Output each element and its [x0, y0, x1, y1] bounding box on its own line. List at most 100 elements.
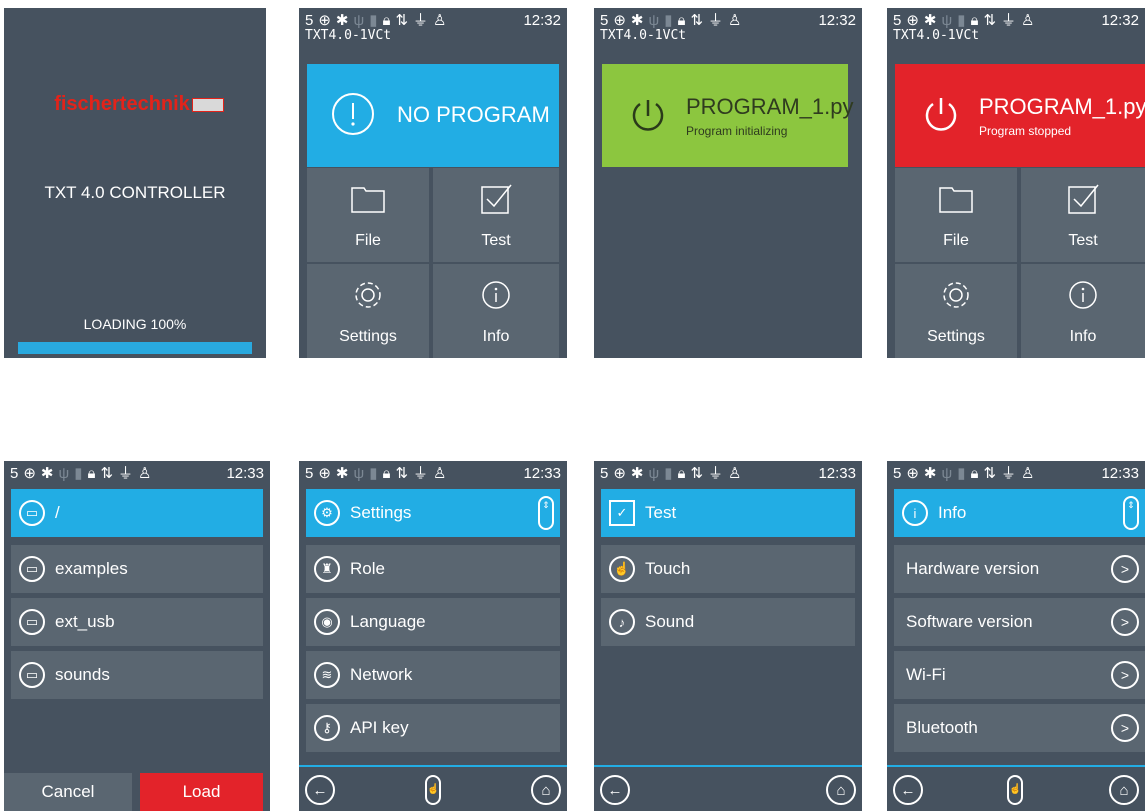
battery-icon: ▮: [957, 11, 966, 29]
test-item-sound[interactable]: ♪ Sound: [601, 598, 855, 646]
back-icon[interactable]: ←: [600, 775, 630, 805]
settings-item-network[interactable]: ≋ Network: [306, 651, 560, 699]
signal-icon: 5: [893, 464, 902, 482]
globe-icon: ⊕: [613, 464, 626, 482]
info-icon: i: [902, 500, 928, 526]
home-icon[interactable]: ⌂: [1109, 775, 1139, 805]
list-item[interactable]: ▭ ext_usb: [11, 598, 263, 646]
clock: 12:33: [226, 464, 264, 482]
program-initializing-screen: 5 ⊕ ✱ ψ ▮ 🔒︎ ⇅ ⏚ ♙ 12:32 TXT4.0-1VCt PRO…: [594, 8, 862, 358]
program-name: PROGRAM_1.py: [686, 94, 854, 119]
info-item-hardware-version[interactable]: Hardware version >: [894, 545, 1145, 593]
sync-icon: ⇅: [100, 464, 114, 482]
file-tile[interactable]: File: [307, 168, 429, 262]
key-icon: ⚷: [314, 715, 340, 741]
back-icon[interactable]: ←: [305, 775, 335, 805]
folder-icon: ▭: [19, 500, 45, 526]
folder-icon: ▭: [19, 556, 45, 582]
file-browser-screen: 5 ⊕ ✱ ψ ▮ 🔒︎ ⇅ ⏚ ♙ 12:33 ▭ / ▭ examples …: [4, 461, 270, 811]
usb-icon: ψ: [648, 11, 660, 29]
bluetooth-icon: ✱: [923, 11, 937, 29]
signal-icon: 5: [305, 464, 314, 482]
scroll-indicator-icon[interactable]: ⇕: [1123, 496, 1139, 530]
home-icon[interactable]: ⌂: [531, 775, 561, 805]
power-plug-icon: ⏚: [413, 11, 429, 29]
user-icon: ♙: [1021, 11, 1035, 29]
lock-icon: 🔒︎: [382, 11, 391, 29]
cancel-button[interactable]: Cancel: [4, 773, 132, 811]
scroll-indicator-icon[interactable]: ⇕: [538, 496, 554, 530]
user-icon: ♙: [1021, 464, 1035, 482]
list-item[interactable]: ▭ sounds: [11, 651, 263, 699]
info-screen: 5 ⊕ ✱ ψ ▮ 🔒︎ ⇅ ⏚ ♙ 12:33 i Info ⇕ Hardwa…: [887, 461, 1145, 811]
home-icon[interactable]: ⌂: [826, 775, 856, 805]
load-button[interactable]: Load: [140, 773, 263, 811]
device-name: TXT4.0-1VCt: [305, 28, 392, 43]
settings-item-api-key[interactable]: ⚷ API key: [306, 704, 560, 752]
bluetooth-icon: ✱: [923, 464, 937, 482]
battery-icon: ▮: [369, 464, 378, 482]
list-item[interactable]: ▭ examples: [11, 545, 263, 593]
signal-icon: 5: [10, 464, 19, 482]
program-banner[interactable]: PROGRAM_1.py Program stopped: [895, 64, 1145, 167]
controller-title: TXT 4.0 CONTROLLER: [44, 183, 226, 202]
touch-scroll-icon[interactable]: ☝: [1007, 775, 1023, 805]
chevron-right-icon: >: [1111, 555, 1139, 583]
user-icon: ♙: [433, 464, 447, 482]
lock-icon: 🔒︎: [677, 11, 686, 29]
footer-bar: ← ☝ ⌂: [299, 765, 567, 811]
power-plug-icon: ⏚: [1001, 11, 1017, 29]
info-tile[interactable]: Info: [1021, 264, 1145, 358]
globe-icon: ◉: [314, 609, 340, 635]
gear-icon: ⚙: [314, 500, 340, 526]
settings-tile[interactable]: Settings: [307, 264, 429, 358]
back-icon[interactable]: ←: [893, 775, 923, 805]
status-bar: 5 ⊕ ✱ ψ ▮ 🔒︎ ⇅ ⏚ ♙ 12:33: [887, 461, 1145, 485]
clock: 12:33: [1101, 464, 1139, 482]
program-status: Program stopped: [979, 124, 1072, 138]
bluetooth-icon: ✱: [335, 464, 349, 482]
device-name: TXT4.0-1VCt: [893, 28, 980, 43]
chevron-right-icon: >: [1111, 608, 1139, 636]
test-header: ✓ Test: [601, 489, 855, 537]
power-icon: [632, 100, 664, 131]
user-icon: ♙: [138, 464, 152, 482]
sync-icon: ⇅: [690, 464, 704, 482]
list-item-root[interactable]: ▭ /: [11, 489, 263, 537]
program-banner[interactable]: PROGRAM_1.py Program initializing: [602, 64, 854, 167]
bluetooth-icon: ✱: [335, 11, 349, 29]
program-banner[interactable]: NO PROGRAM: [307, 64, 559, 167]
battery-icon: ▮: [369, 11, 378, 29]
settings-screen: 5 ⊕ ✱ ψ ▮ 🔒︎ ⇅ ⏚ ♙ 12:33 ⚙ Settings ⇕ ♜ …: [299, 461, 567, 811]
usb-icon: ψ: [58, 464, 70, 482]
touch-scroll-icon[interactable]: ☝: [425, 775, 441, 805]
test-item-touch[interactable]: ☝ Touch: [601, 545, 855, 593]
settings-item-role[interactable]: ♜ Role: [306, 545, 560, 593]
test-tile[interactable]: Test: [1021, 168, 1145, 262]
settings-item-language[interactable]: ◉ Language: [306, 598, 560, 646]
battery-icon: ▮: [664, 464, 673, 482]
info-tile[interactable]: Info: [433, 264, 559, 358]
power-plug-icon: ⏚: [413, 464, 429, 482]
clock: 12:32: [818, 11, 856, 29]
test-screen: 5 ⊕ ✱ ψ ▮ 🔒︎ ⇅ ⏚ ♙ 12:33 ✓ Test ☝ Touch …: [594, 461, 862, 811]
info-item-software-version[interactable]: Software version >: [894, 598, 1145, 646]
usb-icon: ψ: [941, 11, 953, 29]
home-no-program-screen: 5 ⊕ ✱ ψ ▮ 🔒︎ ⇅ ⏚ ♙ 12:32 TXT4.0-1VCt NO …: [299, 8, 567, 358]
file-tile[interactable]: File: [895, 168, 1017, 262]
bluetooth-icon: ✱: [630, 464, 644, 482]
user-icon: ♙: [728, 464, 742, 482]
splash-screen: fischertechnik TXT 4.0 CONTROLLER LOADIN…: [4, 8, 266, 358]
checkbox-icon: [481, 184, 512, 214]
gear-icon: [355, 282, 381, 308]
folder-icon: ▭: [19, 609, 45, 635]
test-tile[interactable]: Test: [433, 168, 559, 262]
info-item-bluetooth[interactable]: Bluetooth >: [894, 704, 1145, 752]
settings-tile[interactable]: Settings: [895, 264, 1017, 358]
info-item-wifi[interactable]: Wi-Fi >: [894, 651, 1145, 699]
signal-icon: 5: [305, 11, 314, 29]
exclamation-icon: [332, 93, 374, 135]
globe-icon: ⊕: [318, 464, 331, 482]
sync-icon: ⇅: [983, 464, 997, 482]
signal-icon: 5: [600, 11, 609, 29]
